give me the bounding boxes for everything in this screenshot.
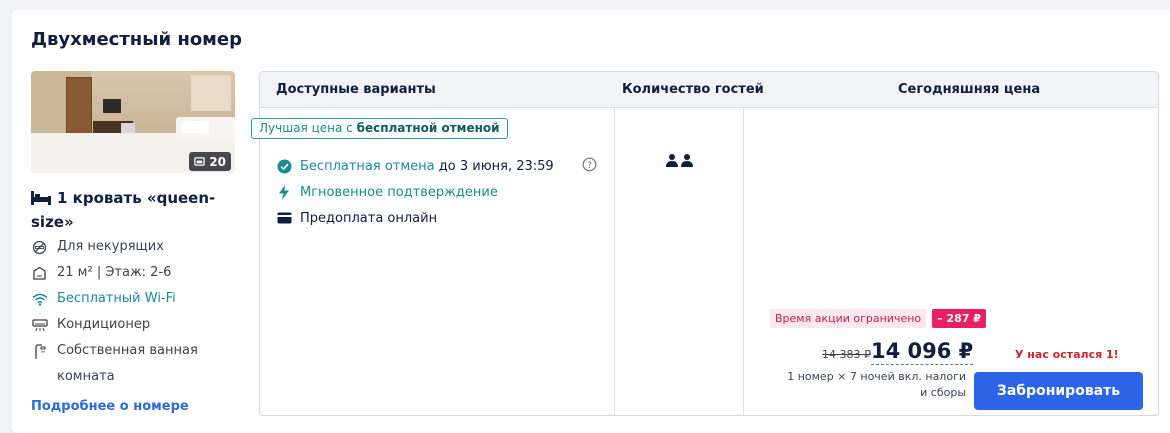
air-conditioner-icon	[31, 312, 48, 338]
promo-row: Время акции ограничено – 287 ₽	[770, 309, 986, 328]
header-options: Доступные варианты	[276, 82, 436, 97]
option-online-prepayment: Предоплата онлайн	[276, 207, 437, 229]
svg-text:?: ?	[587, 161, 592, 171]
column-divider	[743, 108, 744, 415]
bed-icon	[31, 189, 51, 211]
help-icon[interactable]: ?	[582, 157, 597, 176]
table-header: Доступные варианты Количество гостей Сег…	[260, 72, 1158, 108]
header-guests: Количество гостей	[622, 82, 764, 97]
book-button[interactable]: Забронировать	[974, 372, 1143, 410]
old-price: 14 383 ₽	[822, 348, 871, 361]
shower-icon	[31, 338, 48, 364]
check-circle-icon	[276, 158, 292, 174]
person-icon	[665, 153, 679, 171]
feature-non-smoking: Для некурящих	[31, 234, 164, 260]
gallery-icon	[194, 157, 206, 166]
no-smoking-icon	[31, 234, 48, 260]
photo-count-badge[interactable]: 20	[189, 152, 231, 171]
header-price: Сегодняшняя цена	[898, 82, 1041, 97]
person-icon	[680, 153, 694, 171]
bed-type-label: 1 кровать «queen-size»	[31, 189, 216, 231]
room-details-link[interactable]: Подробнее о номере	[31, 399, 189, 414]
promo-label: Время акции ограничено	[770, 309, 927, 328]
photo-count: 20	[209, 154, 226, 169]
feature-wifi: Бесплатный Wi-Fi	[31, 286, 176, 312]
option-free-cancellation: Бесплатная отмена до 3 июня, 23:59	[276, 155, 554, 177]
credit-card-icon	[276, 210, 292, 226]
room-size-icon	[31, 260, 48, 286]
lightning-icon	[276, 184, 292, 200]
best-price-tag: Лучшая цена с бесплатной отменой	[251, 118, 508, 139]
availability-message: У нас остался 1!	[1015, 348, 1119, 361]
feature-room-size: 21 м² | Этаж: 2-6	[31, 260, 171, 286]
bed-type: 1 кровать «queen-size»	[31, 187, 231, 233]
option-instant-confirmation: Мгновенное подтверждение	[276, 181, 498, 203]
guests-count	[665, 153, 694, 171]
room-photo[interactable]: 20	[31, 71, 235, 173]
feature-private-bathroom: Собственная ванная комната	[31, 338, 211, 390]
feature-air-conditioner: Кондиционер	[31, 312, 150, 338]
discount-badge: – 287 ₽	[932, 309, 986, 328]
price-note: 1 номер × 7 ночей вкл. налоги и сборы	[787, 370, 966, 399]
wifi-icon	[31, 286, 48, 312]
room-title: Двухместный номер	[31, 29, 242, 50]
column-divider	[614, 108, 615, 415]
current-price[interactable]: 14 096 ₽	[871, 338, 974, 365]
room-card: Двухместный номер 20 1 кровать «queen-si…	[12, 10, 1170, 433]
